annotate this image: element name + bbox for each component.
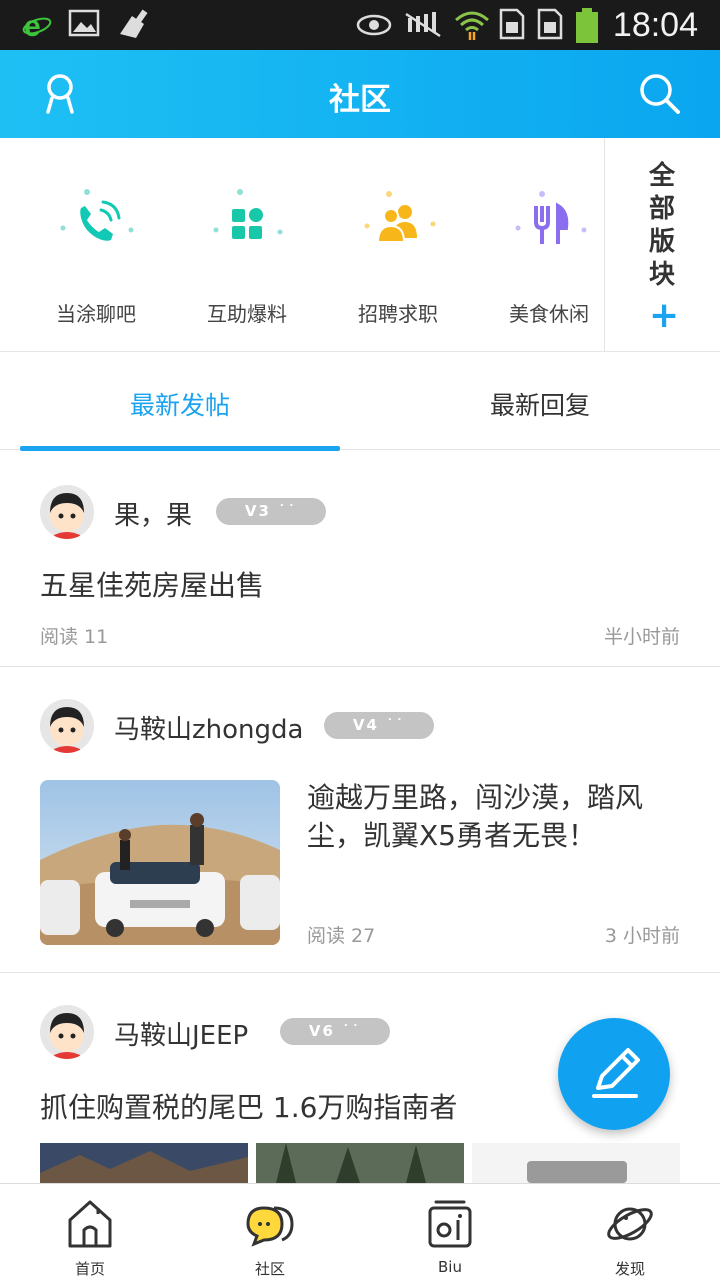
- nav-label: 首页: [74, 1260, 105, 1278]
- fork-knife-icon: [515, 191, 587, 244]
- nav-item-biu[interactable]: Biu: [400, 1198, 500, 1276]
- level-badge: V6 ˙˙: [280, 1018, 390, 1045]
- avatar[interactable]: [40, 485, 94, 539]
- sim-card-2-icon: [537, 8, 563, 40]
- post-time: 3 小时前: [604, 925, 680, 947]
- nav-label: 发现: [614, 1260, 645, 1278]
- avatar[interactable]: [40, 699, 94, 753]
- read-count: 阅读 27: [307, 925, 376, 947]
- people-icon: [364, 191, 436, 243]
- category-label: 当涂聊吧: [56, 302, 136, 326]
- home-icon: [68, 1200, 112, 1248]
- post-item[interactable]: 果，果 V3 ˙˙ 五星佳苑房屋出售 阅读 11 半小时前: [0, 451, 720, 666]
- nav-label: Biu: [438, 1258, 462, 1276]
- all-sections-button[interactable]: 全部版块 +: [604, 138, 720, 351]
- page-title: 社区: [329, 82, 391, 118]
- read-count: 阅读 11: [40, 626, 109, 648]
- post-title[interactable]: 五星佳苑房屋出售: [40, 564, 264, 604]
- cartoon-avatar-icon: [40, 1005, 94, 1059]
- post-image[interactable]: [40, 1143, 248, 1183]
- post-thumbnail-image[interactable]: [40, 780, 280, 945]
- category-label: 招聘求职: [358, 302, 438, 326]
- cartoon-avatar-icon: [40, 485, 94, 539]
- chat-bubble-icon: [246, 1206, 294, 1247]
- status-bar: e 18:04: [0, 0, 720, 50]
- app-header: 社区: [0, 50, 720, 138]
- level-badge: V3 ˙˙: [216, 498, 326, 525]
- category-label: 互助爆料: [207, 302, 287, 326]
- avatar[interactable]: [40, 1005, 94, 1059]
- battery-icon: [576, 8, 598, 43]
- post-author[interactable]: 马鞍山JEEP: [114, 1015, 248, 1052]
- nav-label: 社区: [254, 1260, 285, 1278]
- post-image[interactable]: [472, 1143, 680, 1183]
- grid-icon: [213, 189, 283, 239]
- cartoon-avatar-icon: [40, 699, 94, 753]
- nav-item-community[interactable]: 社区: [220, 1198, 320, 1279]
- phone-icon: [60, 189, 134, 241]
- nav-item-discover[interactable]: 发现: [580, 1198, 680, 1279]
- category-label: 美食休闲: [509, 302, 589, 326]
- post-item[interactable]: 马鞍山zhongda V4 ˙˙ 逾越万里路，闯沙漠，踏风尘，凯翼X5勇者无畏！…: [0, 667, 720, 972]
- nav-item-home[interactable]: 首页: [40, 1198, 140, 1279]
- pencil-icon: [592, 1048, 640, 1098]
- all-sections-label: 全部版块: [649, 161, 676, 290]
- search-icon[interactable]: [638, 72, 682, 116]
- category-item-help[interactable]: 互助爆料: [172, 180, 322, 327]
- wifi-icon: [455, 11, 489, 40]
- category-item-food[interactable]: 美食休闲: [474, 180, 624, 327]
- clock: 18:04: [612, 6, 698, 44]
- level-badge: V4 ˙˙: [324, 712, 434, 739]
- biu-icon: [428, 1200, 472, 1248]
- post-author[interactable]: 马鞍山zhongda: [114, 709, 303, 746]
- category-item-jobs[interactable]: 招聘求职: [323, 180, 473, 327]
- planet-icon: [607, 1207, 653, 1241]
- compose-button[interactable]: [558, 1018, 670, 1130]
- eye-icon: [356, 14, 392, 36]
- category-item-chat[interactable]: 当涂聊吧: [21, 180, 171, 327]
- tab-latest-posts[interactable]: 最新发帖: [0, 386, 360, 422]
- image-icon: [68, 9, 100, 37]
- bottom-navigation: 首页 社区 Biu 发现: [0, 1183, 720, 1280]
- tab-latest-replies[interactable]: 最新回复: [360, 386, 720, 422]
- post-author[interactable]: 果，果: [114, 495, 192, 532]
- plus-icon: +: [649, 295, 680, 336]
- sim-card-icon: [499, 8, 525, 40]
- tab-bar: 最新发帖 最新回复: [0, 352, 720, 451]
- post-title[interactable]: 抓住购置税的尾巴 1.6万购指南者: [40, 1086, 457, 1126]
- post-title[interactable]: 逾越万里路，闯沙漠，踏风尘，凯翼X5勇者无畏！: [307, 779, 679, 855]
- post-time: 半小时前: [603, 626, 680, 648]
- category-bar: 当涂聊吧 互助爆料 招聘求职 美食休闲 全部版块 +: [0, 138, 720, 352]
- post-image[interactable]: [256, 1143, 464, 1183]
- browser-icon: e: [22, 10, 52, 42]
- mute-signal-icon: [405, 12, 441, 38]
- broom-icon: [120, 9, 148, 38]
